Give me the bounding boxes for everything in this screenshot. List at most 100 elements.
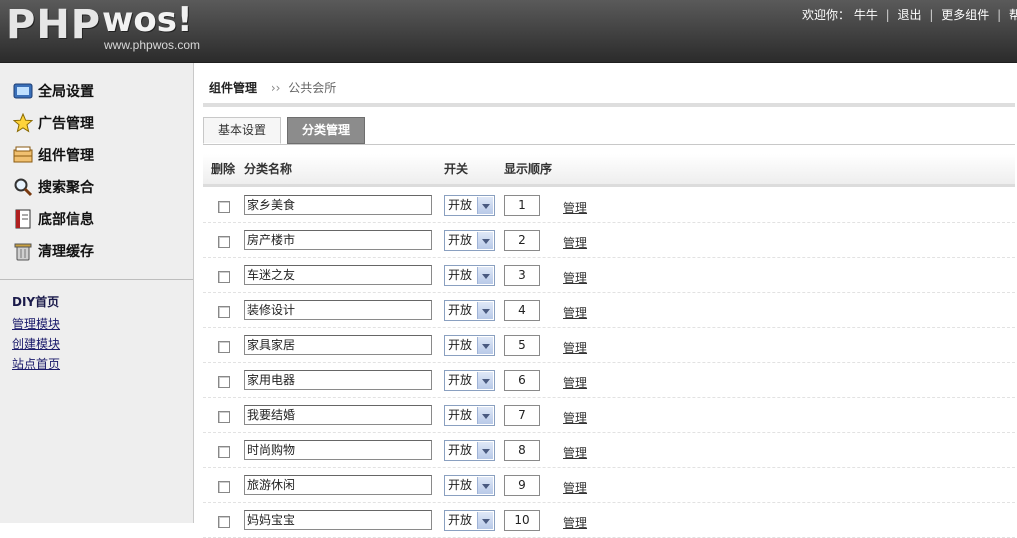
switch-select[interactable]: 开放 xyxy=(444,510,495,531)
table-row: 我要结婚 开放 7 管理 xyxy=(203,397,1015,433)
tab-category-management[interactable]: 分类管理 xyxy=(287,117,366,144)
logo-url-text: www.phpwos.com xyxy=(104,38,201,52)
nav-separator: | xyxy=(885,8,890,22)
category-name-input[interactable]: 旅游休闲 xyxy=(244,475,432,495)
manage-link[interactable]: 管理 xyxy=(563,339,587,356)
category-name-input[interactable]: 装修设计 xyxy=(244,300,432,320)
switch-value: 开放 xyxy=(448,303,473,317)
chevron-down-icon[interactable] xyxy=(477,442,493,459)
chevron-down-icon[interactable] xyxy=(477,337,493,354)
diy-link-manage-modules[interactable]: 管理模块 xyxy=(12,314,60,334)
delete-checkbox[interactable] xyxy=(218,411,230,423)
switch-select[interactable]: 开放 xyxy=(444,440,495,461)
category-name-input[interactable]: 房产楼市 xyxy=(244,230,432,250)
header-name: 分类名称 xyxy=(244,162,293,176)
category-name-input[interactable]: 时尚购物 xyxy=(244,440,432,460)
switch-select[interactable]: 开放 xyxy=(444,195,495,216)
chevron-down-icon[interactable] xyxy=(477,302,493,319)
delete-checkbox[interactable] xyxy=(218,236,230,248)
sidebar-item-component-management[interactable]: 组件管理 xyxy=(12,139,94,171)
switch-select[interactable]: 开放 xyxy=(444,370,495,391)
manage-link[interactable]: 管理 xyxy=(563,304,587,321)
nav-separator: | xyxy=(997,8,1002,22)
delete-checkbox[interactable] xyxy=(218,376,230,388)
diy-link-site-home[interactable]: 站点首页 xyxy=(12,354,60,374)
delete-checkbox[interactable] xyxy=(218,481,230,493)
chevron-down-icon[interactable] xyxy=(477,512,493,529)
manage-link[interactable]: 管理 xyxy=(563,234,587,251)
switch-value: 开放 xyxy=(448,478,473,492)
manage-link[interactable]: 管理 xyxy=(563,199,587,216)
breadcrumb-section[interactable]: 组件管理 xyxy=(209,81,257,95)
order-input[interactable]: 1 xyxy=(504,195,540,216)
manage-link[interactable]: 管理 xyxy=(563,409,587,426)
sidebar-item-footer-info[interactable]: 底部信息 xyxy=(12,203,94,235)
manage-link[interactable]: 管理 xyxy=(563,269,587,286)
table-row: 家乡美食 开放 1 管理 xyxy=(203,187,1015,223)
sidebar-item-clear-cache[interactable]: 清理缓存 xyxy=(12,235,94,267)
diy-link-create-module[interactable]: 创建模块 xyxy=(12,334,60,354)
table-row: 家用电器 开放 6 管理 xyxy=(203,362,1015,398)
top-nav: 欢迎你： 牛牛 | 退出 | 更多组件 | 帮 xyxy=(802,6,1017,23)
sidebar-item-search-aggregation[interactable]: 搜索聚合 xyxy=(12,171,94,203)
more-components-link[interactable]: 更多组件 xyxy=(941,8,989,22)
breadcrumb-divider xyxy=(203,103,1015,107)
order-input[interactable]: 5 xyxy=(504,335,540,356)
category-name-input[interactable]: 家具家居 xyxy=(244,335,432,355)
chevron-down-icon[interactable] xyxy=(477,232,493,249)
switch-select[interactable]: 开放 xyxy=(444,265,495,286)
order-input[interactable]: 4 xyxy=(504,300,540,321)
switch-select[interactable]: 开放 xyxy=(444,475,495,496)
logout-link[interactable]: 退出 xyxy=(898,8,922,22)
manage-link[interactable]: 管理 xyxy=(563,479,587,496)
category-name-input[interactable]: 车迷之友 xyxy=(244,265,432,285)
category-name-input[interactable]: 家用电器 xyxy=(244,370,432,390)
switch-value: 开放 xyxy=(448,443,473,457)
table-row: 装修设计 开放 4 管理 xyxy=(203,292,1015,328)
switch-select[interactable]: 开放 xyxy=(444,405,495,426)
switch-value: 开放 xyxy=(448,373,473,387)
switch-value: 开放 xyxy=(448,513,473,527)
switch-select[interactable]: 开放 xyxy=(444,335,495,356)
order-input[interactable]: 9 xyxy=(504,475,540,496)
logo-php-text: PHP xyxy=(6,2,102,48)
category-name-input[interactable]: 家乡美食 xyxy=(244,195,432,215)
delete-checkbox[interactable] xyxy=(218,341,230,353)
site-logo[interactable]: PHP wos! www.phpwos.com xyxy=(4,0,219,58)
delete-checkbox[interactable] xyxy=(218,306,230,318)
order-input[interactable]: 3 xyxy=(504,265,540,286)
table-header: 删除 分类名称 开关 显示顺序 xyxy=(203,154,1015,187)
category-name-input[interactable]: 妈妈宝宝 xyxy=(244,510,432,530)
tab-basic-settings[interactable]: 基本设置 xyxy=(203,117,282,144)
switch-select[interactable]: 开放 xyxy=(444,230,495,251)
username-link[interactable]: 牛牛 xyxy=(854,8,878,22)
delete-checkbox[interactable] xyxy=(218,271,230,283)
chevron-down-icon[interactable] xyxy=(477,197,493,214)
delete-checkbox[interactable] xyxy=(218,516,230,528)
sidebar: 全局设置 广告管理 组件管理 搜索聚合 底部信息 清理缓存 DIY首页 管理模块… xyxy=(0,63,194,523)
chevron-down-icon[interactable] xyxy=(477,267,493,284)
order-input[interactable]: 8 xyxy=(504,440,540,461)
sidebar-item-label: 全局设置 xyxy=(38,84,94,100)
help-link[interactable]: 帮 xyxy=(1009,8,1017,22)
manage-link[interactable]: 管理 xyxy=(563,444,587,461)
order-input[interactable]: 6 xyxy=(504,370,540,391)
sidebar-item-label: 清理缓存 xyxy=(38,244,94,260)
manage-link[interactable]: 管理 xyxy=(563,374,587,391)
header-switch: 开关 xyxy=(444,162,469,176)
order-input[interactable]: 10 xyxy=(504,510,540,531)
chevron-down-icon[interactable] xyxy=(477,407,493,424)
document-icon xyxy=(12,208,34,230)
nav-separator: | xyxy=(929,8,934,22)
chevron-down-icon[interactable] xyxy=(477,477,493,494)
sidebar-item-ad-management[interactable]: 广告管理 xyxy=(12,107,94,139)
switch-select[interactable]: 开放 xyxy=(444,300,495,321)
chevron-down-icon[interactable] xyxy=(477,372,493,389)
sidebar-item-global-settings[interactable]: 全局设置 xyxy=(12,75,94,107)
order-input[interactable]: 2 xyxy=(504,230,540,251)
order-input[interactable]: 7 xyxy=(504,405,540,426)
logo-wos-text: wos! xyxy=(102,0,193,40)
delete-checkbox[interactable] xyxy=(218,201,230,213)
delete-checkbox[interactable] xyxy=(218,446,230,458)
category-name-input[interactable]: 我要结婚 xyxy=(244,405,432,425)
